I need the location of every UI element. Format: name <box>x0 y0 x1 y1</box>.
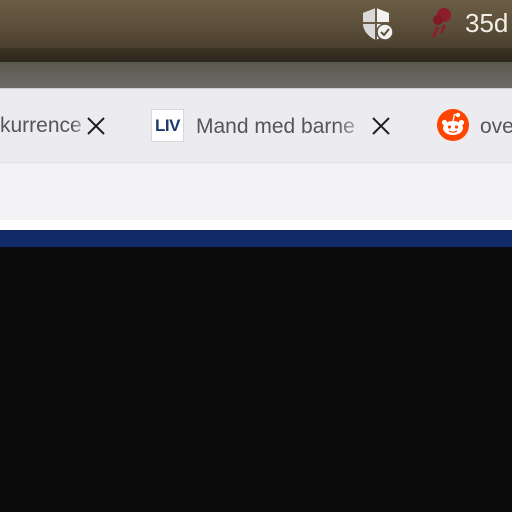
status-text[interactable]: 35d <box>465 8 508 39</box>
shield-check-icon[interactable] <box>360 6 396 42</box>
tab-title: ove <box>480 115 512 138</box>
page-top-strip <box>0 220 512 230</box>
tab-mand-med-barne[interactable]: LIV Mand med barne <box>150 89 370 163</box>
weather-icon[interactable] <box>428 6 456 40</box>
liv-logo-icon: LIV <box>151 109 184 142</box>
liv-logo-text: LIV <box>155 115 180 135</box>
reddit-icon <box>437 109 469 141</box>
browser-toolbar <box>0 62 512 88</box>
close-tab-icon[interactable] <box>370 115 392 137</box>
site-header-bar <box>0 230 512 247</box>
menu-bar-edge <box>0 48 512 62</box>
tab-title: Mand med barne <box>196 115 355 138</box>
menu-bar: 35d <box>0 0 512 48</box>
page-content <box>0 247 512 512</box>
address-bar-area[interactable] <box>0 162 512 221</box>
tab-title: kurrence <box>0 114 82 137</box>
close-tab-icon[interactable] <box>85 115 107 137</box>
